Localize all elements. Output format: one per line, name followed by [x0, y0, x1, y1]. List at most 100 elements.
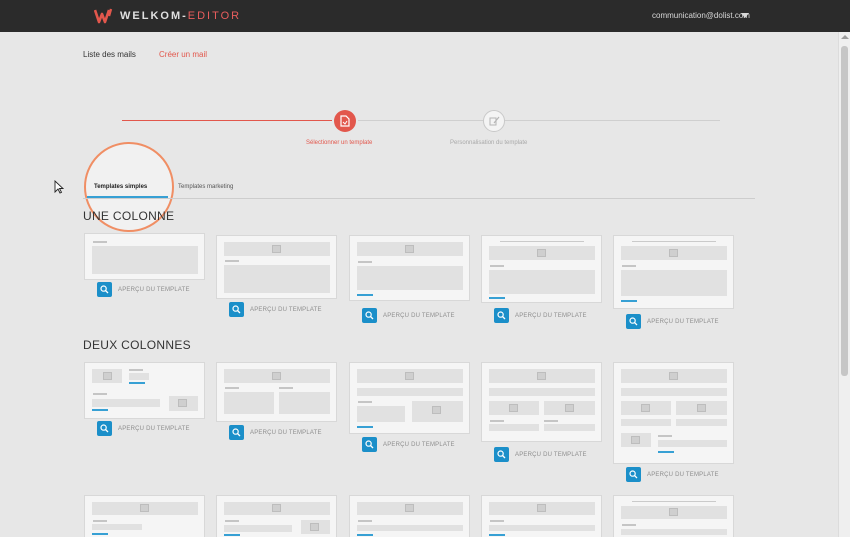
template-preview[interactable]: APERÇU DU TEMPLATE [97, 282, 190, 297]
search-icon [497, 311, 506, 320]
scrollbar-thumb[interactable] [841, 46, 848, 376]
template-text-block [676, 419, 727, 426]
template-text-block [357, 388, 463, 396]
template-text-block [92, 524, 142, 530]
stepper-progress-line [122, 120, 332, 121]
template-card[interactable] [84, 495, 205, 537]
preview-button[interactable] [494, 308, 509, 323]
image-placeholder-icon [178, 399, 187, 407]
search-icon [365, 440, 374, 449]
tab-templates-simples[interactable]: Templates simples [94, 184, 147, 190]
template-card[interactable] [613, 235, 734, 309]
preview-button[interactable] [97, 421, 112, 436]
top-bar: WELKOM-EDITOR communication@dolist.com [0, 0, 850, 32]
template-card[interactable] [216, 235, 337, 299]
template-preview[interactable]: APERÇU DU TEMPLATE [362, 437, 455, 452]
template-button-line [489, 297, 505, 299]
template-text-block [621, 419, 671, 426]
active-tab-indicator [87, 196, 168, 198]
preview-button[interactable] [229, 425, 244, 440]
template-card[interactable] [481, 495, 602, 537]
nav-mail-list[interactable]: Liste des mails [83, 50, 136, 59]
template-text-block [92, 399, 160, 407]
tab-templates-marketing[interactable]: Templates marketing [178, 184, 233, 190]
preview-button[interactable] [494, 447, 509, 462]
mouse-cursor-icon [54, 180, 64, 194]
step2-label: Personnalisation du template [450, 140, 528, 146]
image-placeholder-icon [669, 249, 678, 257]
template-content-block [92, 246, 198, 274]
template-card[interactable] [613, 495, 734, 537]
template-heading-line [622, 265, 636, 267]
image-placeholder-icon [405, 504, 414, 512]
template-preview[interactable]: APERÇU DU TEMPLATE [97, 421, 190, 436]
search-icon [629, 470, 638, 479]
template-card[interactable] [349, 495, 470, 537]
template-text-block [621, 388, 727, 396]
preview-button[interactable] [229, 302, 244, 317]
template-preview[interactable]: APERÇU DU TEMPLATE [494, 308, 587, 323]
template-preview[interactable]: APERÇU DU TEMPLATE [229, 302, 322, 317]
step-customize-template[interactable] [483, 110, 505, 132]
image-placeholder-icon [537, 249, 546, 257]
template-preview[interactable]: APERÇU DU TEMPLATE [494, 447, 587, 462]
template-preview[interactable]: APERÇU DU TEMPLATE [362, 308, 455, 323]
preview-label: APERÇU DU TEMPLATE [250, 306, 322, 313]
template-heading-line [490, 520, 504, 522]
preview-button[interactable] [362, 437, 377, 452]
welkom-logo-icon[interactable] [94, 8, 114, 24]
section-title-two-columns: DEUX COLONNES [83, 338, 191, 352]
template-text-block [621, 529, 727, 535]
template-text-block [489, 424, 539, 431]
preview-button[interactable] [626, 467, 641, 482]
template-card[interactable] [349, 235, 470, 301]
template-heading-line [544, 420, 558, 422]
chevron-down-icon[interactable] [741, 13, 749, 18]
template-heading-line [658, 435, 672, 437]
image-placeholder-icon [641, 404, 650, 412]
image-placeholder-icon [537, 504, 546, 512]
template-card[interactable] [84, 362, 205, 419]
template-heading-line [490, 265, 504, 267]
preview-label: APERÇU DU TEMPLATE [647, 471, 719, 478]
template-button-line [621, 300, 637, 302]
preview-label: APERÇU DU TEMPLATE [515, 312, 587, 319]
user-email[interactable]: communication@dolist.com [652, 11, 750, 20]
template-card[interactable] [216, 362, 337, 422]
image-placeholder-icon [272, 504, 281, 512]
template-card[interactable] [216, 495, 337, 537]
template-card[interactable] [349, 362, 470, 434]
template-content-block [357, 266, 463, 290]
template-content-block [357, 406, 405, 422]
image-placeholder-icon [432, 406, 441, 414]
preview-button[interactable] [362, 308, 377, 323]
template-card[interactable] [84, 233, 205, 280]
template-content-block [621, 270, 727, 296]
template-heading-line [358, 401, 372, 403]
preview-button[interactable] [626, 314, 641, 329]
step-select-template[interactable] [334, 110, 356, 132]
preview-label: APERÇU DU TEMPLATE [647, 318, 719, 325]
image-placeholder-icon [310, 523, 319, 531]
template-text-block [489, 388, 595, 396]
template-preview[interactable]: APERÇU DU TEMPLATE [626, 314, 719, 329]
template-text-block [489, 525, 595, 531]
template-card[interactable] [613, 362, 734, 464]
search-icon [629, 317, 638, 326]
nav-create-mail[interactable]: Créer un mail [159, 50, 207, 59]
template-text-block [544, 424, 595, 431]
scrollbar[interactable] [838, 32, 850, 537]
template-heading-line [93, 241, 107, 243]
step1-label: Sélectionner un template [306, 140, 373, 146]
template-preview[interactable]: APERÇU DU TEMPLATE [229, 425, 322, 440]
image-placeholder-icon [509, 404, 518, 412]
preview-label: APERÇU DU TEMPLATE [383, 312, 455, 319]
template-card[interactable] [481, 362, 602, 442]
scroll-up-arrow-icon[interactable] [841, 35, 849, 39]
template-card[interactable] [481, 235, 602, 303]
template-button-line [224, 534, 240, 536]
search-icon [497, 450, 506, 459]
template-preview[interactable]: APERÇU DU TEMPLATE [626, 467, 719, 482]
brand-sub: EDITOR [187, 10, 242, 22]
preview-button[interactable] [97, 282, 112, 297]
